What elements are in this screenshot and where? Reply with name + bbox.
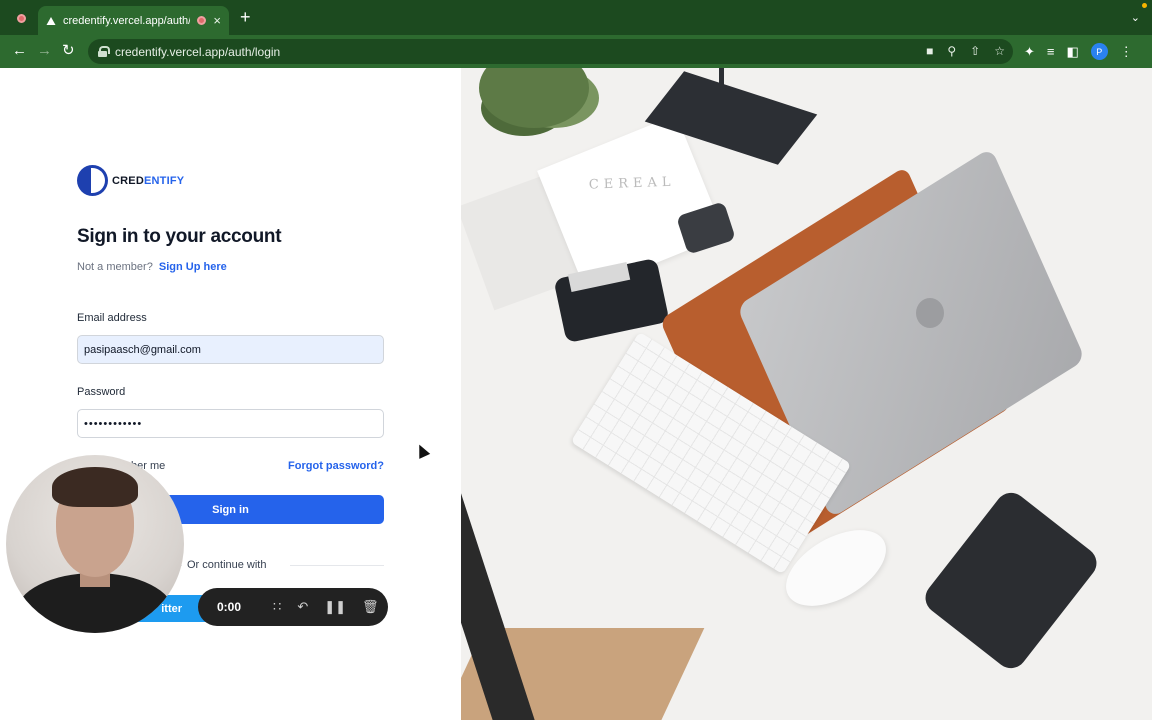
webcam-overlay[interactable] <box>6 455 184 633</box>
recording-timer: 0:00 <box>217 600 242 614</box>
not-member-text: Not a member? <box>77 261 153 273</box>
photo-apple-logo-icon <box>916 298 944 328</box>
browser-toolbar: ← → ↻ credentify.vercel.app/auth/login ■… <box>0 35 1152 68</box>
share-icon[interactable]: ⇧ <box>970 44 980 58</box>
email-label: Email address <box>77 312 147 324</box>
magazine-title: CEREAL <box>588 174 676 193</box>
recording-indicator-icon <box>17 14 26 23</box>
divider-line-right <box>290 565 384 566</box>
credentify-logo-icon <box>77 165 108 196</box>
bookmark-star-icon[interactable]: ☆ <box>994 44 1005 58</box>
tab-bar: credentify.vercel.app/auth/l × + ⌄ <box>0 0 1152 35</box>
webcam-hair <box>52 467 138 507</box>
email-field[interactable]: pasipaasch@gmail.com <box>77 335 384 364</box>
key-icon[interactable]: ⚲ <box>947 44 956 58</box>
tab-search-chevron-icon[interactable]: ⌄ <box>1131 11 1140 24</box>
photo-plant <box>479 68 589 128</box>
logo-text-part1: CRED <box>112 174 144 187</box>
trash-icon[interactable]: 🗑 <box>362 599 379 615</box>
divider-text: Or continue with <box>186 559 268 571</box>
forgot-password-link[interactable]: Forgot password? <box>288 460 384 472</box>
tab-close-icon[interactable]: × <box>213 13 221 28</box>
password-field[interactable]: •••••••••••• <box>77 409 384 438</box>
page-title: Sign in to your account <box>77 226 282 247</box>
forward-arrow-icon[interactable]: → <box>37 42 52 60</box>
extensions-puzzle-icon[interactable]: ✦ <box>1024 44 1035 60</box>
camera-icon[interactable]: ■ <box>926 44 933 58</box>
undo-icon[interactable]: ↶ <box>297 599 308 615</box>
reload-icon[interactable]: ↻ <box>62 42 75 60</box>
vercel-favicon-icon <box>46 16 56 25</box>
pause-icon[interactable]: ❚❚ <box>324 599 346 615</box>
side-panel-icon[interactable]: ◧ <box>1067 44 1079 60</box>
url-text: credentify.vercel.app/auth/login <box>115 44 281 59</box>
address-bar-icons: ■ ⚲ ⇧ ☆ <box>926 44 1005 58</box>
hero-photo: CEREAL <box>461 68 1152 720</box>
recording-control-bar: 0:00 ∷ ↶ ❚❚ 🗑 <box>198 588 388 626</box>
notification-dot-icon <box>1142 3 1147 8</box>
signup-link[interactable]: Sign Up here <box>159 261 227 273</box>
tab-title: credentify.vercel.app/auth/l <box>63 14 191 27</box>
logo-text-part2: ENTIFY <box>143 174 185 187</box>
browser-menu-icon[interactable]: ⋮ <box>1120 44 1133 60</box>
password-label: Password <box>77 386 126 398</box>
toolbar-icons: ✦ ≡ ◧ P ⋮ <box>1024 43 1133 60</box>
lock-icon <box>98 46 110 57</box>
drag-grid-icon[interactable]: ∷ <box>273 599 281 615</box>
tab-recording-icon <box>197 16 207 25</box>
signup-prompt: Not a member? Sign Up here <box>77 261 227 273</box>
address-bar[interactable]: credentify.vercel.app/auth/login ■ ⚲ ⇧ ☆ <box>88 39 1013 64</box>
photo-phone <box>919 486 1103 675</box>
reading-list-icon[interactable]: ≡ <box>1047 44 1055 59</box>
profile-avatar[interactable]: P <box>1090 43 1108 60</box>
new-tab-button[interactable]: + <box>240 8 251 26</box>
browser-tab-active[interactable]: credentify.vercel.app/auth/l × <box>38 6 229 35</box>
logo-text: CREDENTIFY <box>112 175 184 187</box>
credentify-logo: CREDENTIFY <box>77 165 184 196</box>
back-arrow-icon[interactable]: ← <box>12 42 27 60</box>
